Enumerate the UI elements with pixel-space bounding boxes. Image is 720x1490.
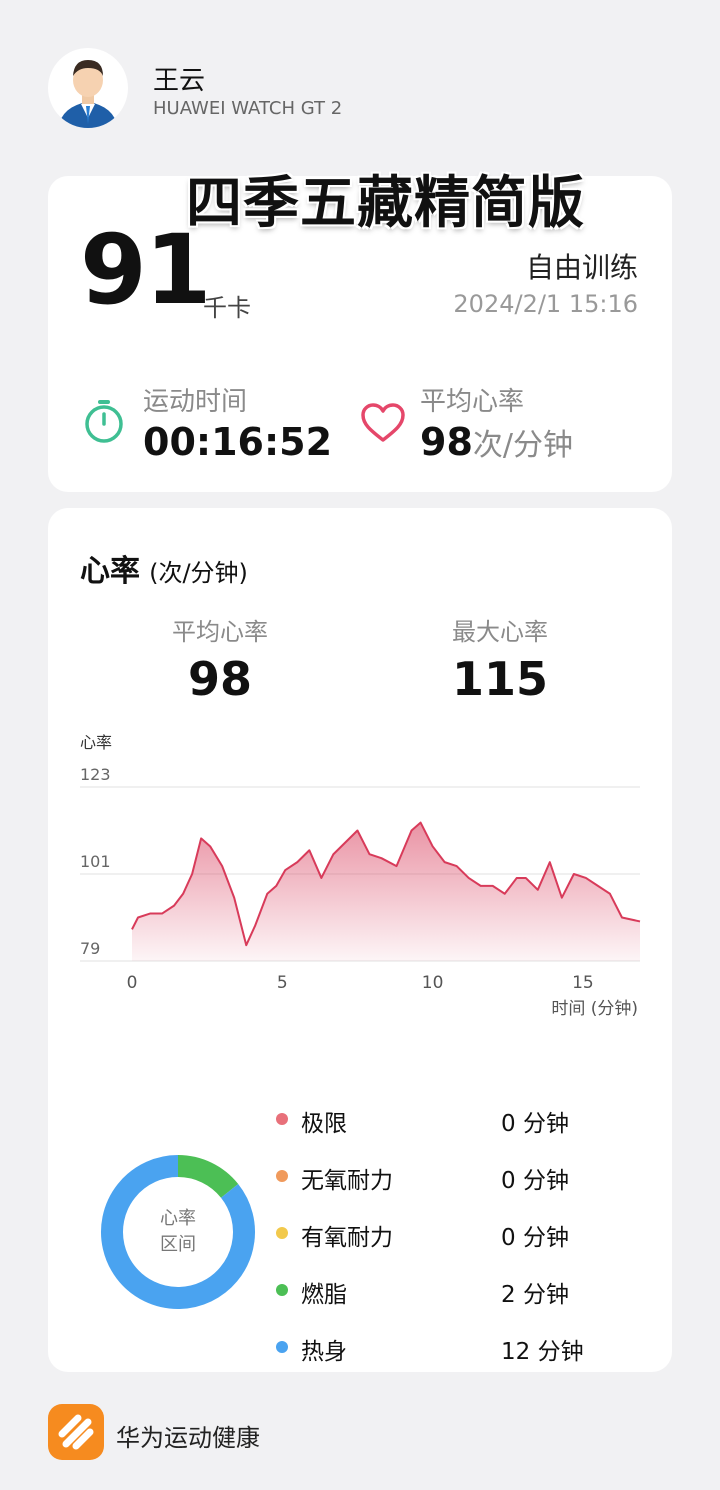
watermark-text: 四季五藏精简版 (186, 171, 585, 236)
avg-hr-unit: 次/分钟 (472, 428, 573, 463)
chart-y-axis-label: 心率 (80, 733, 112, 752)
avg-hr-value: 98 (420, 420, 473, 464)
zone-dot-aerobic (276, 1227, 288, 1239)
avg-hr-stat-label: 平均心率 (172, 618, 268, 646)
heart-rate-title: 心率 (次/分钟) (80, 546, 248, 590)
zone-donut-label-line1: 心率 (160, 1208, 196, 1229)
max-hr-stat-value: 115 (451, 652, 549, 706)
avg-hr-stat-value: 98 (187, 652, 252, 706)
zone-row: 无氧耐力 0 分钟 (276, 1157, 656, 1197)
zone-row: 燃脂 2 分钟 (276, 1271, 656, 1311)
calories-value: 91 (80, 214, 212, 326)
duration-label: 运动时间 (143, 387, 248, 417)
zone-value: 12 分钟 (501, 1339, 584, 1365)
chart-x-tick-label: 0 (127, 973, 138, 993)
chart-x-axis-label: 时间 (分钟) (551, 999, 638, 1019)
chart-x-tick-label: 5 (277, 973, 288, 993)
chart-y-tick-label: 123 (80, 765, 111, 784)
zone-name: 极限 (301, 1111, 347, 1137)
huawei-health-app-icon[interactable] (48, 1404, 104, 1460)
duration-value: 00:16:52 (143, 420, 333, 464)
zone-value: 0 分钟 (501, 1111, 569, 1137)
user-name: 王云 (153, 66, 206, 96)
zone-name: 有氧耐力 (301, 1225, 393, 1251)
zone-dot-fat-burn (276, 1284, 288, 1296)
heart-rate-title-text: 心率 (80, 554, 140, 589)
device-name: HUAWEI WATCH GT 2 (153, 98, 343, 119)
chart-y-tick-label: 101 (80, 852, 111, 871)
avg-hr-label: 平均心率 (420, 387, 525, 417)
chart-y-tick-label: 79 (80, 939, 100, 958)
chart-x-tick-label: 15 (572, 973, 594, 993)
zone-name: 无氧耐力 (301, 1168, 393, 1194)
zone-value: 2 分钟 (501, 1282, 569, 1308)
chart-x-tick-label: 10 (422, 973, 444, 993)
zone-donut-label-line2: 区间 (160, 1234, 196, 1255)
avg-hr-summary: 98次/分钟 (420, 420, 573, 464)
zone-name: 热身 (301, 1339, 347, 1365)
zone-dot-anaerobic (276, 1170, 288, 1182)
zone-row: 极限 0 分钟 (276, 1100, 656, 1140)
app-name: 华为运动健康 (116, 1424, 260, 1452)
heart-icon (360, 402, 406, 444)
zone-row: 有氧耐力 0 分钟 (276, 1214, 656, 1254)
zone-dot-extreme (276, 1113, 288, 1125)
zone-donut-label: 心率 区间 (100, 1206, 256, 1258)
zone-value: 0 分钟 (501, 1168, 569, 1194)
zone-dot-warmup (276, 1341, 288, 1353)
calories-unit: 千卡 (203, 294, 251, 322)
activity-title: 自由训练 (525, 251, 638, 284)
heart-rate-chart: 心率 123 101 79 0 5 10 15 时间 (分钟) (80, 733, 641, 1019)
zone-value: 0 分钟 (501, 1225, 569, 1251)
stopwatch-icon (82, 398, 126, 444)
activity-datetime: 2024/2/1 15:16 (453, 290, 638, 318)
zone-name: 燃脂 (301, 1282, 347, 1308)
zone-donut-segment (177, 1155, 239, 1199)
zone-row: 热身 12 分钟 (276, 1328, 656, 1368)
heart-rate-title-unit: (次/分钟) (149, 559, 248, 587)
avatar[interactable] (48, 48, 128, 128)
max-hr-stat-label: 最大心率 (452, 618, 548, 646)
